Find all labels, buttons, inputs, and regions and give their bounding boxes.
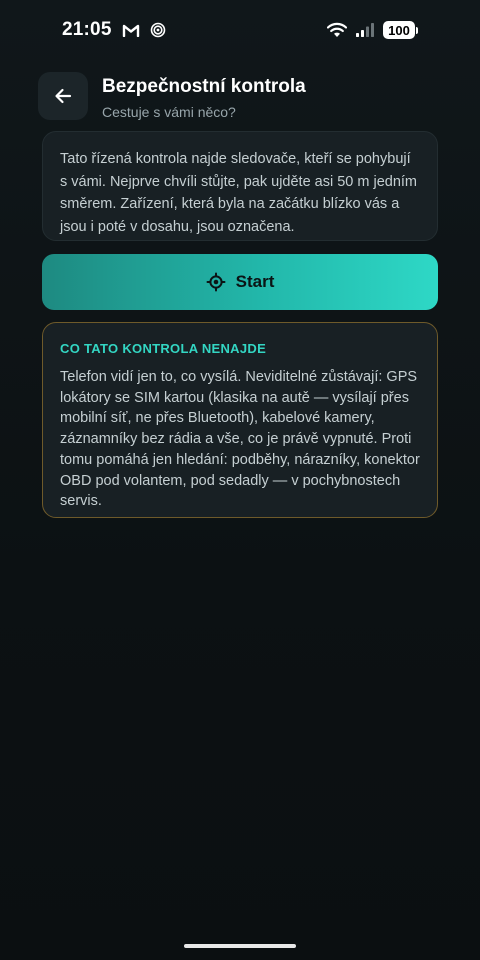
sync-status-icon — [150, 22, 166, 38]
header: Bezpečnostní kontrola Cestuje s vámi něc… — [38, 72, 442, 122]
status-time: 21:05 — [62, 19, 112, 40]
battery-tip — [416, 26, 418, 34]
back-button[interactable] — [38, 72, 88, 120]
battery-icon: 100 — [383, 21, 418, 39]
status-right: 100 — [327, 21, 418, 39]
status-left: 21:05 — [62, 19, 166, 41]
info-text: Tato řízená kontrola najde sledovače, kt… — [60, 151, 418, 235]
page-subtitle: Cestuje s vámi něco? — [102, 104, 236, 120]
arrow-left-icon — [55, 88, 72, 104]
warning-heading: CO TATO KONTROLA NENAJDE — [60, 341, 267, 356]
wifi-icon — [327, 22, 347, 38]
home-indicator[interactable] — [184, 944, 296, 948]
battery-level: 100 — [383, 21, 415, 39]
status-bar: 21:05 100 — [0, 0, 480, 60]
gmail-icon — [122, 23, 140, 37]
info-card: Tato řízená kontrola najde sledovače, kt… — [42, 131, 438, 241]
cellular-signal-icon — [355, 22, 375, 38]
start-button[interactable]: Start — [42, 254, 438, 310]
header-text: Bezpečnostní kontrola Cestuje s vámi něc… — [102, 72, 306, 120]
page-title: Bezpečnostní kontrola — [102, 76, 306, 97]
warning-card: CO TATO KONTROLA NENAJDE Telefon vidí je… — [42, 322, 438, 518]
warning-text: Telefon vidí jen to, co vysílá. Nevidite… — [60, 369, 420, 510]
crosshair-icon — [206, 272, 226, 292]
start-button-label: Start — [235, 272, 275, 291]
screen: 21:05 100 Bezpečnostní kontrola Cestuje … — [0, 0, 480, 960]
